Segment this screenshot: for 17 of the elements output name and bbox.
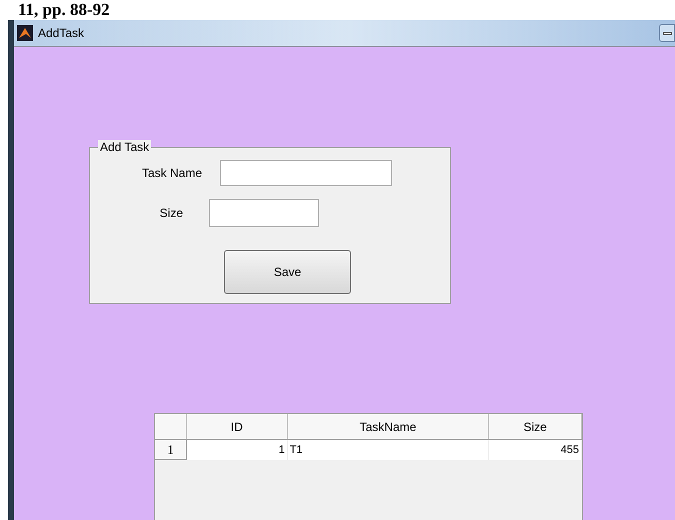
save-button[interactable]: Save [224,250,351,294]
column-header[interactable]: TaskName [288,414,490,439]
table-cell: T1 [288,440,490,460]
size-field[interactable] [209,199,319,227]
table-cell: 455 [489,440,582,460]
task-name-field[interactable] [220,160,392,186]
panel-title: Add Task [98,140,152,154]
app-logo-icon [17,25,33,41]
page-caption: 11, pp. 88-92 [18,0,110,19]
minimize-button[interactable] [659,24,675,42]
field-label: Size [158,205,184,222]
table-cell: 1 [186,440,288,460]
column-header[interactable]: Size [489,414,582,439]
row-header: 1 [155,440,187,460]
column-header[interactable]: ID [186,414,288,439]
window-title: AddTask [38,25,84,42]
field-label: Task Name [140,165,203,182]
